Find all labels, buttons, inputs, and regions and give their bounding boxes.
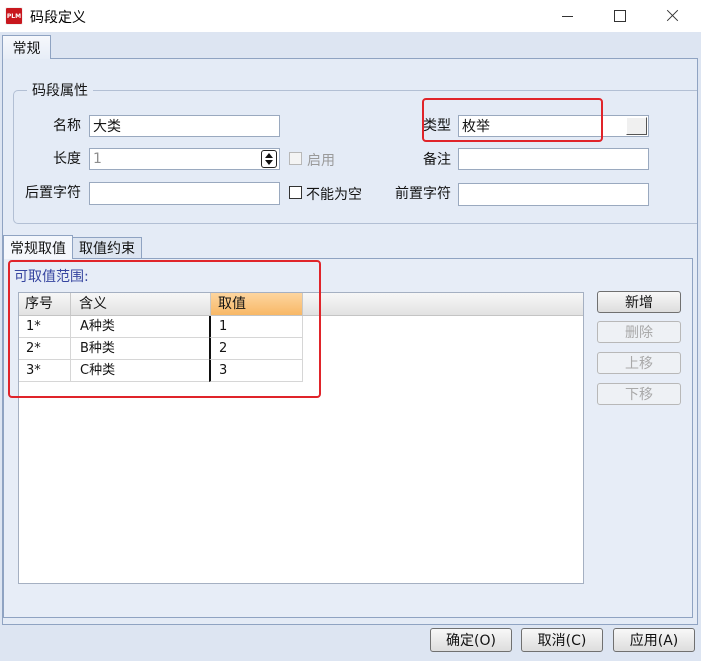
value-range-label: 可取值范围:: [14, 269, 89, 285]
table-row[interactable]: 1* A种类 1: [19, 316, 303, 338]
minimize-button[interactable]: [544, 0, 590, 32]
name-field[interactable]: [89, 115, 280, 137]
length-spinbox[interactable]: [89, 148, 280, 170]
row-value-cell[interactable]: 2: [209, 338, 303, 360]
maximize-button[interactable]: [597, 0, 643, 32]
row-value-cell[interactable]: 3: [209, 360, 303, 382]
enabled-label: 启用: [307, 153, 335, 169]
column-header-meaning[interactable]: 含义: [71, 293, 211, 315]
row-seq-cell[interactable]: 1*: [19, 316, 71, 338]
row-value-cell[interactable]: 1: [209, 316, 303, 338]
move-down-button[interactable]: 下移: [597, 383, 681, 405]
tab-general[interactable]: 常规: [2, 35, 51, 59]
tab-regular-values[interactable]: 常规取值: [3, 235, 73, 259]
logo-text: PLM: [6, 12, 22, 20]
row-meaning-cell[interactable]: A种类: [71, 316, 210, 338]
suffix-label: 后置字符: [25, 185, 81, 201]
table-row[interactable]: 3* C种类 3: [19, 360, 303, 382]
minimize-icon: [562, 16, 573, 17]
remark-label: 备注: [423, 152, 451, 168]
plm-logo-icon: PLM: [5, 7, 23, 25]
attributes-group-title: 码段属性: [27, 80, 93, 100]
spinner-down-arrow[interactable]: [265, 160, 273, 165]
add-button[interactable]: 新增: [597, 291, 681, 313]
length-label: 长度: [53, 151, 81, 167]
value-range-table[interactable]: 序号 含义 取值 1* A种类 1 2* B种类 2 3* C种类 3: [18, 292, 584, 584]
ok-button[interactable]: 确定(O): [430, 628, 512, 652]
column-header-value[interactable]: 取值: [211, 293, 303, 315]
row-seq-cell[interactable]: 2*: [19, 338, 71, 360]
window-title: 码段定义: [30, 10, 86, 26]
remark-field[interactable]: [458, 148, 649, 170]
enabled-checkbox[interactable]: [289, 152, 302, 165]
cancel-button[interactable]: 取消(C): [521, 628, 603, 652]
table-row[interactable]: 2* B种类 2: [19, 338, 303, 360]
title-bar: PLM 码段定义: [0, 0, 701, 32]
spinner-up-arrow[interactable]: [265, 153, 273, 158]
prefix-label: 前置字符: [395, 186, 451, 202]
row-meaning-cell[interactable]: C种类: [71, 360, 210, 382]
row-meaning-cell[interactable]: B种类: [71, 338, 210, 360]
type-dropdown-button[interactable]: [626, 117, 647, 135]
not-empty-checkbox[interactable]: [289, 186, 302, 199]
suffix-field[interactable]: [89, 182, 280, 205]
row-seq-cell[interactable]: 3*: [19, 360, 71, 382]
column-header-seq[interactable]: 序号: [19, 293, 71, 315]
prefix-field[interactable]: [458, 183, 649, 206]
tab-value-constraints[interactable]: 取值约束: [72, 237, 142, 258]
maximize-icon: [614, 10, 626, 22]
apply-button[interactable]: 应用(A): [613, 628, 695, 652]
spinner-arrows-icon[interactable]: [261, 150, 277, 168]
type-label: 类型: [423, 118, 451, 134]
delete-button[interactable]: 删除: [597, 321, 681, 343]
close-button[interactable]: [649, 0, 695, 32]
type-select[interactable]: [458, 115, 649, 137]
table-header: 序号 含义 取值: [19, 293, 583, 316]
not-empty-label: 不能为空: [306, 187, 362, 203]
name-label: 名称: [53, 118, 81, 134]
move-up-button[interactable]: 上移: [597, 352, 681, 374]
